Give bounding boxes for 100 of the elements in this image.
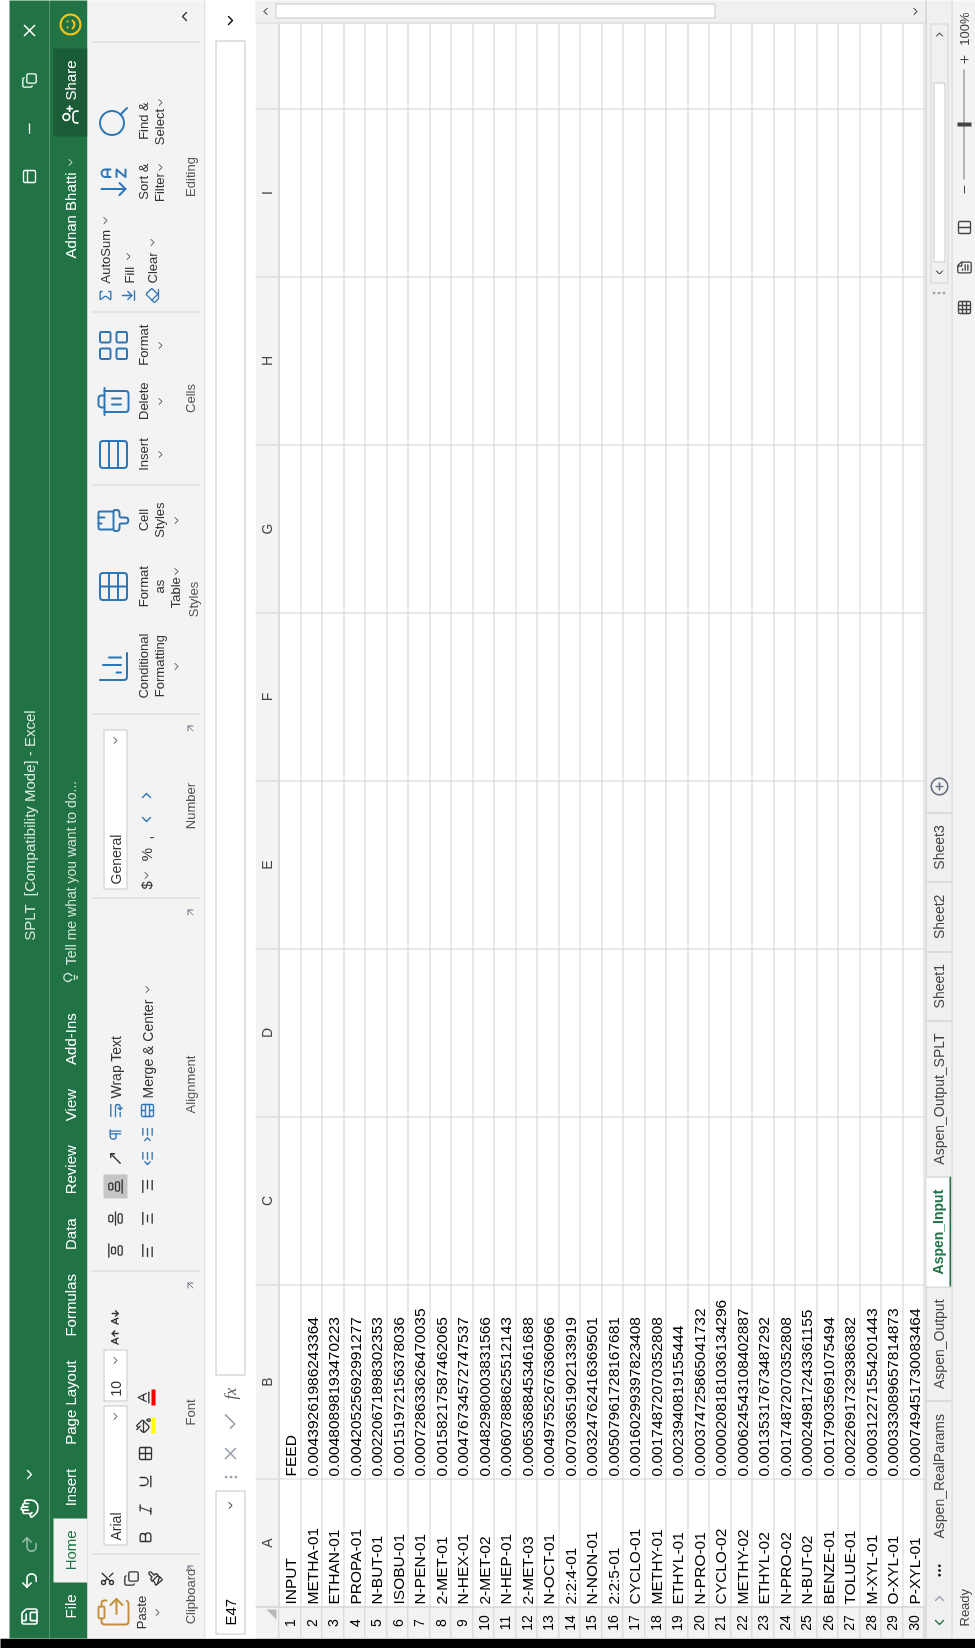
font-name-field[interactable]: Arial (103, 1405, 127, 1545)
borders-icon[interactable] (137, 1445, 153, 1461)
column-header[interactable]: E (255, 780, 278, 948)
user-menu[interactable]: Adnan Bhatti (53, 148, 87, 266)
sheet-tab[interactable]: Sheet2 (926, 881, 951, 951)
horizontal-scrollbar[interactable] (929, 23, 948, 283)
editing-button[interactable]: Clear (142, 213, 162, 303)
menu-tab[interactable]: View (53, 1076, 87, 1133)
row-header[interactable]: 27 (838, 1606, 860, 1638)
font-size-field[interactable]: 10 (103, 1349, 127, 1401)
column-header[interactable]: I (255, 108, 278, 276)
fill-color-icon[interactable] (135, 1417, 155, 1433)
add-sheet-icon[interactable] (928, 775, 949, 796)
row-header[interactable]: 2 (300, 1606, 322, 1638)
row-header[interactable]: 24 (773, 1606, 795, 1638)
menu-tab[interactable]: Home (53, 1517, 87, 1582)
number-style-button[interactable]: , (135, 835, 158, 840)
menu-tab[interactable]: Formulas (53, 1261, 87, 1349)
touch-mode-icon[interactable] (19, 1498, 39, 1518)
editing-button[interactable]: Find & Select (95, 92, 167, 149)
menu-tab[interactable]: Page Layout (53, 1348, 87, 1457)
sheet-tab[interactable]: Aspen_RealParams (926, 1400, 951, 1550)
page-break-view-icon[interactable] (955, 219, 972, 236)
column-header[interactable]: F (255, 612, 278, 780)
align-center-icon[interactable] (139, 1210, 155, 1226)
row-header[interactable]: 25 (795, 1606, 817, 1638)
dialog-launcher-icon[interactable] (184, 722, 196, 734)
page-layout-view-icon[interactable] (955, 259, 972, 276)
dialog-launcher-icon[interactable] (184, 906, 196, 918)
row-header[interactable]: 7 (408, 1606, 430, 1638)
column-header[interactable]: G (255, 444, 278, 612)
row-header[interactable]: 21 (709, 1606, 731, 1638)
restore-icon[interactable] (21, 72, 37, 88)
row-header[interactable]: 13 (537, 1606, 559, 1638)
row-header[interactable]: 8 (429, 1606, 451, 1638)
styles-button[interactable]: Conditional Formatting (95, 626, 183, 705)
editing-button[interactable]: AutoSum (95, 213, 115, 303)
row-header[interactable]: 10 (472, 1606, 494, 1638)
editing-button[interactable]: Sort & Filter (95, 156, 167, 206)
zoom-slider-thumb[interactable] (956, 122, 971, 127)
delete-button[interactable]: Delete (95, 377, 167, 424)
row-header[interactable]: 17 (623, 1606, 645, 1638)
format-painter-icon[interactable] (147, 1570, 163, 1586)
row-header[interactable]: 12 (515, 1606, 537, 1638)
row-header[interactable]: 4 (343, 1606, 365, 1638)
row-header[interactable]: 5 (365, 1606, 387, 1638)
vertical-align-button[interactable] (103, 1174, 127, 1198)
increase-indent-icon[interactable] (139, 1126, 155, 1142)
number-style-button[interactable]: % (135, 847, 158, 861)
number-style-button[interactable]: $ (135, 868, 158, 889)
format-button[interactable]: Format (95, 320, 167, 370)
menu-tab[interactable]: File (53, 1581, 87, 1630)
row-header[interactable]: 1 (279, 1606, 301, 1638)
row-header[interactable]: 11 (494, 1606, 516, 1638)
menu-tab[interactable]: Insert (53, 1456, 87, 1518)
sheet-tab[interactable]: Sheet3 (926, 811, 951, 882)
menu-tab[interactable]: Review (53, 1132, 87, 1206)
number-format-field[interactable]: General (103, 729, 127, 889)
column-header[interactable]: C (255, 1116, 278, 1284)
editing-button[interactable]: Fill (118, 213, 138, 303)
smiley-icon[interactable] (58, 12, 82, 36)
align-left-icon[interactable] (139, 1242, 155, 1258)
normal-view-icon[interactable] (955, 299, 972, 316)
font-color-icon[interactable] (135, 1389, 155, 1405)
row-header[interactable]: 14 (558, 1606, 580, 1638)
row-header[interactable]: 19 (666, 1606, 688, 1638)
row-header[interactable]: 9 (451, 1606, 473, 1638)
row-header[interactable]: 3 (322, 1606, 344, 1638)
insert-function-button[interactable]: fx (218, 1387, 242, 1399)
bold-icon[interactable] (137, 1529, 153, 1545)
vertical-scrollbar[interactable] (255, 0, 925, 23)
row-header[interactable]: 20 (687, 1606, 709, 1638)
zoom-in-icon[interactable] (957, 53, 970, 66)
row-header[interactable]: 29 (881, 1606, 903, 1638)
column-header[interactable]: A (255, 1478, 278, 1606)
wrap-text-button[interactable]: Wrap Text (104, 1035, 126, 1118)
column-header[interactable]: B (255, 1284, 278, 1478)
sheet-tab[interactable]: Sheet1 (926, 950, 951, 1020)
merge-center-button[interactable]: Merge & Center (136, 983, 158, 1118)
row-header[interactable]: 6 (386, 1606, 408, 1638)
column-header[interactable]: H (255, 276, 278, 444)
column-header[interactable]: D (255, 948, 278, 1116)
ribbon-options-icon[interactable] (21, 168, 37, 184)
decrease-indent-icon[interactable] (139, 1150, 155, 1166)
row-header[interactable]: 15 (580, 1606, 602, 1638)
row-header[interactable]: 23 (752, 1606, 774, 1638)
share-button[interactable]: Share (53, 48, 87, 137)
save-icon[interactable] (19, 1606, 39, 1626)
italic-icon[interactable] (137, 1501, 153, 1517)
row-header[interactable]: 28 (859, 1606, 881, 1638)
styles-button[interactable]: Format as Table (95, 554, 183, 619)
row-header[interactable]: 22 (730, 1606, 752, 1638)
menu-tab[interactable]: Data (53, 1205, 87, 1262)
row-header[interactable]: 30 (902, 1606, 924, 1638)
paste-button[interactable]: Paste (95, 1594, 163, 1630)
paragraph-icon[interactable] (107, 1126, 123, 1142)
insert-button[interactable]: Insert (95, 432, 167, 476)
styles-button[interactable]: Cell Styles (95, 493, 183, 547)
row-header[interactable]: 18 (644, 1606, 666, 1638)
sheet-tab[interactable]: Aspen_Output_SPLT (926, 1019, 951, 1177)
